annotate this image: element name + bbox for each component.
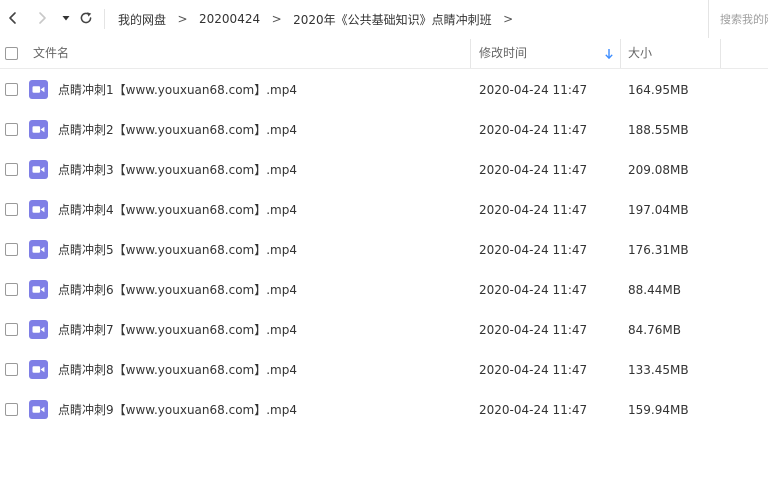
caret-down-icon (62, 16, 70, 21)
file-modified-time: 2020-04-24 11:47 (479, 123, 588, 137)
back-button[interactable] (2, 7, 24, 29)
breadcrumb-separator[interactable]: > (492, 12, 525, 26)
file-size: 176.31MB (628, 243, 689, 257)
file-row[interactable]: 点睛冲刺5【www.youxuan68.com】.mp4 2020-04-24 … (0, 230, 768, 270)
file-row[interactable]: 点睛冲刺9【www.youxuan68.com】.mp4 2020-04-24 … (0, 390, 768, 430)
nav-divider (104, 9, 105, 29)
file-row[interactable]: 点睛冲刺6【www.youxuan68.com】.mp4 2020-04-24 … (0, 270, 768, 310)
row-checkbox[interactable] (5, 323, 18, 336)
file-list: 点睛冲刺1【www.youxuan68.com】.mp4 2020-04-24 … (0, 70, 768, 430)
history-dropdown-button[interactable] (55, 7, 77, 29)
refresh-button[interactable] (75, 7, 97, 29)
select-all-checkbox[interactable] (5, 47, 18, 60)
column-divider[interactable] (720, 39, 721, 68)
file-modified-time: 2020-04-24 11:47 (479, 283, 588, 297)
file-name[interactable]: 点睛冲刺4【www.youxuan68.com】.mp4 (58, 190, 297, 230)
breadcrumb-item-root[interactable]: 我的网盘 (118, 11, 166, 28)
search-input[interactable] (720, 12, 768, 26)
file-size: 159.94MB (628, 403, 689, 417)
chevron-left-icon (9, 12, 16, 24)
file-row[interactable]: 点睛冲刺2【www.youxuan68.com】.mp4 2020-04-24 … (0, 110, 768, 150)
sort-descending-icon[interactable] (604, 48, 614, 60)
column-header: 文件名 修改时间 大小 (0, 39, 768, 69)
breadcrumb-separator: > (177, 12, 188, 26)
file-row[interactable]: 点睛冲刺3【www.youxuan68.com】.mp4 2020-04-24 … (0, 150, 768, 190)
file-name[interactable]: 点睛冲刺8【www.youxuan68.com】.mp4 (58, 350, 297, 390)
file-size: 133.45MB (628, 363, 689, 377)
file-name[interactable]: 点睛冲刺3【www.youxuan68.com】.mp4 (58, 150, 297, 190)
chevron-right-icon (39, 12, 46, 24)
file-size: 88.44MB (628, 283, 681, 297)
file-modified-time: 2020-04-24 11:47 (479, 83, 588, 97)
file-size: 197.04MB (628, 203, 689, 217)
video-file-icon (29, 120, 48, 139)
video-file-icon (29, 200, 48, 219)
row-checkbox[interactable] (5, 403, 18, 416)
file-row[interactable]: 点睛冲刺4【www.youxuan68.com】.mp4 2020-04-24 … (0, 190, 768, 230)
video-file-icon (29, 160, 48, 179)
file-size: 209.08MB (628, 163, 689, 177)
breadcrumb-item-date-folder[interactable]: 20200424 (199, 12, 260, 26)
row-checkbox[interactable] (5, 123, 18, 136)
video-file-icon (29, 400, 48, 419)
row-checkbox[interactable] (5, 203, 18, 216)
file-row[interactable]: 点睛冲刺1【www.youxuan68.com】.mp4 2020-04-24 … (0, 70, 768, 110)
row-checkbox[interactable] (5, 163, 18, 176)
column-divider[interactable] (470, 39, 471, 68)
file-name[interactable]: 点睛冲刺9【www.youxuan68.com】.mp4 (58, 390, 297, 430)
breadcrumb: 我的网盘 > 20200424 > 2020年《公共基础知识》点睛冲刺班 > (118, 0, 525, 38)
row-checkbox[interactable] (5, 243, 18, 256)
file-modified-time: 2020-04-24 11:47 (479, 243, 588, 257)
row-checkbox[interactable] (5, 283, 18, 296)
search-box (708, 0, 768, 38)
video-file-icon (29, 360, 48, 379)
file-size: 84.76MB (628, 323, 681, 337)
file-row[interactable]: 点睛冲刺7【www.youxuan68.com】.mp4 2020-04-24 … (0, 310, 768, 350)
video-file-icon (29, 240, 48, 259)
video-file-icon (29, 280, 48, 299)
row-checkbox[interactable] (5, 83, 18, 96)
file-name[interactable]: 点睛冲刺5【www.youxuan68.com】.mp4 (58, 230, 297, 270)
forward-button[interactable] (31, 7, 53, 29)
file-name[interactable]: 点睛冲刺6【www.youxuan68.com】.mp4 (58, 270, 297, 310)
file-name[interactable]: 点睛冲刺1【www.youxuan68.com】.mp4 (58, 70, 297, 110)
column-header-size[interactable]: 大小 (628, 39, 652, 68)
video-file-icon (29, 320, 48, 339)
file-size: 188.55MB (628, 123, 689, 137)
file-modified-time: 2020-04-24 11:47 (479, 203, 588, 217)
breadcrumb-separator: > (271, 12, 282, 26)
file-name[interactable]: 点睛冲刺7【www.youxuan68.com】.mp4 (58, 310, 297, 350)
file-modified-time: 2020-04-24 11:47 (479, 403, 588, 417)
navigation-bar: 我的网盘 > 20200424 > 2020年《公共基础知识》点睛冲刺班 > (0, 0, 768, 38)
video-file-icon (29, 80, 48, 99)
column-header-name[interactable]: 文件名 (33, 39, 69, 68)
row-checkbox[interactable] (5, 363, 18, 376)
file-size: 164.95MB (628, 83, 689, 97)
file-modified-time: 2020-04-24 11:47 (479, 163, 588, 177)
breadcrumb-item-current-folder[interactable]: 2020年《公共基础知识》点睛冲刺班 (293, 11, 492, 28)
column-divider[interactable] (620, 39, 621, 68)
column-header-modified[interactable]: 修改时间 (479, 39, 527, 68)
file-row[interactable]: 点睛冲刺8【www.youxuan68.com】.mp4 2020-04-24 … (0, 350, 768, 390)
file-modified-time: 2020-04-24 11:47 (479, 323, 588, 337)
file-modified-time: 2020-04-24 11:47 (479, 363, 588, 377)
file-name[interactable]: 点睛冲刺2【www.youxuan68.com】.mp4 (58, 110, 297, 150)
refresh-icon (80, 12, 92, 24)
